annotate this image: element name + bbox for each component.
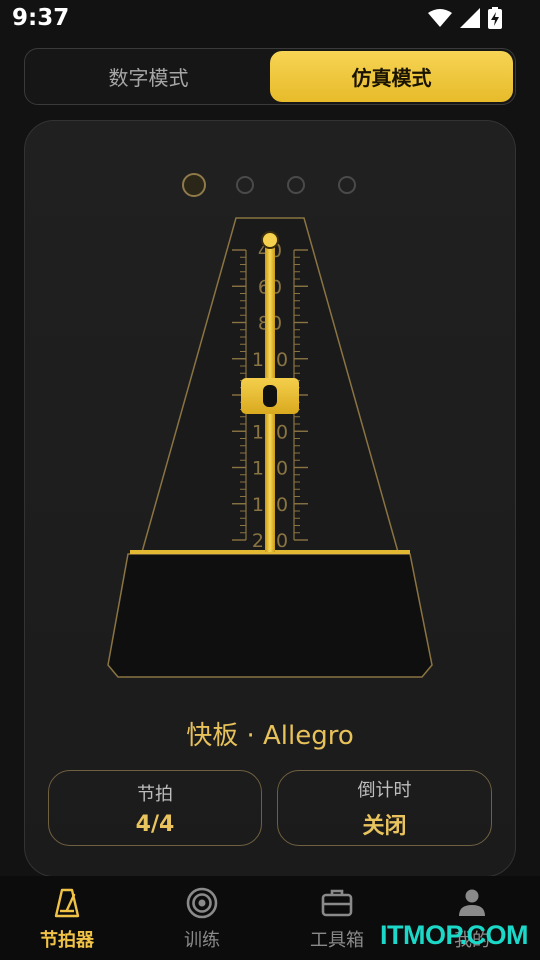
nav-label-metronome: 节拍器 — [40, 930, 94, 951]
toolbox-icon — [321, 889, 353, 917]
metronome-icon — [54, 888, 80, 918]
person-icon — [459, 889, 485, 916]
nav-item-toolbox[interactable]: 工具箱 — [277, 886, 397, 952]
tab-digital-mode[interactable]: 数字模式 — [27, 51, 270, 102]
screen: 9:37 数字模式 仿真模式 快板 · Allegro 节拍 4/4 倒计时 关… — [0, 0, 540, 960]
countdown-button[interactable]: 倒计时 关闭 — [277, 770, 492, 846]
nav-label-training: 训练 — [184, 930, 220, 951]
watermark: ITMOP.COM — [380, 920, 529, 950]
pager-dot-3[interactable] — [287, 176, 305, 194]
metronome-illustration: 406080100120140160180200 — [107, 217, 433, 678]
tab-analog-mode[interactable]: 仿真模式 — [270, 51, 513, 102]
beat-label: 节拍 — [137, 783, 173, 805]
signal-icon — [460, 8, 480, 28]
pager-dot-2[interactable] — [236, 176, 254, 194]
metronome-base — [107, 553, 433, 678]
pager-dots — [180, 172, 360, 200]
beat-value: 4/4 — [135, 811, 175, 837]
wifi-icon — [428, 9, 452, 27]
nav-item-training[interactable]: 训练 — [142, 886, 262, 952]
nav-item-metronome[interactable]: 节拍器 — [7, 886, 127, 952]
status-time: 9:37 — [12, 5, 70, 31]
status-bar: 9:37 — [0, 0, 540, 38]
countdown-label: 倒计时 — [357, 780, 412, 801]
mode-switch: 数字模式 仿真模式 — [24, 48, 516, 105]
beat-button[interactable]: 节拍 4/4 — [48, 770, 262, 846]
pendulum-top-knob — [261, 231, 279, 249]
countdown-value: 关闭 — [362, 814, 407, 839]
tempo-name: 快板 · Allegro — [186, 721, 354, 751]
status-icons — [428, 7, 502, 29]
pager-dot-1[interactable] — [182, 173, 206, 197]
battery-charging-icon — [488, 7, 502, 29]
nav-label-toolbox: 工具箱 — [310, 930, 364, 951]
pager-dot-4[interactable] — [338, 176, 356, 194]
target-icon — [186, 887, 218, 919]
